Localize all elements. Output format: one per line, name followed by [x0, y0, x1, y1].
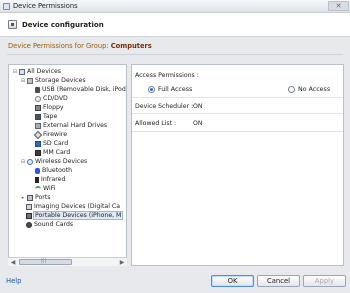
divider — [132, 113, 343, 114]
tree-item-firewire[interactable]: Firewire — [33, 130, 68, 139]
tree-label: Floppy — [43, 104, 64, 111]
close-icon: ✕ — [335, 1, 342, 10]
wireless-icon — [27, 158, 33, 165]
tree-item-wireless-devices[interactable]: ⊟ Wireless Devices — [20, 157, 87, 166]
cd-icon — [35, 95, 41, 102]
app-icon — [3, 2, 10, 10]
tree-item-imaging-devices[interactable]: Imaging Devices (Digital Ca — [26, 202, 120, 211]
tree-label: Firewire — [43, 131, 68, 138]
apply-label: Apply — [314, 277, 335, 285]
close-button[interactable]: ✕ — [328, 1, 349, 11]
no-access-label: No Access — [298, 86, 331, 93]
tree-label: Storage Devices — [35, 77, 86, 84]
properties-panel: Access Permissions : Full Access No Acce… — [131, 64, 344, 266]
tree-item-mm-card[interactable]: MM Card — [35, 148, 70, 157]
tree-label: All Devices — [27, 68, 62, 75]
floppy-icon — [35, 104, 41, 111]
cancel-button[interactable]: Cancel — [257, 275, 300, 287]
tree-item-infrared[interactable]: Infrared — [35, 175, 65, 184]
tree-label: Infrared — [41, 176, 66, 183]
scroll-right-icon[interactable]: ▶ — [117, 258, 127, 266]
sound-card-icon — [26, 221, 32, 228]
no-access-option[interactable]: No Access — [288, 86, 330, 93]
scroll-left-icon[interactable]: ◀ — [8, 258, 18, 266]
tree-label: Imaging Devices (Digital Ca — [34, 203, 121, 210]
imaging-icon — [26, 203, 32, 210]
allowed-list-value: ON — [193, 120, 203, 127]
tree-item-external-hard-drives[interactable]: External Hard Drives — [35, 121, 107, 130]
help-link[interactable]: Help — [6, 277, 22, 285]
tree-label: CD/DVD — [43, 95, 68, 102]
bluetooth-icon — [35, 167, 40, 174]
expander-icon[interactable]: ⊟ — [12, 69, 18, 75]
usb-icon — [35, 86, 40, 93]
header-divider — [7, 54, 343, 55]
access-permissions-label: Access Permissions : — [135, 72, 199, 79]
header-title: Device configuration — [22, 20, 104, 29]
dialog-header: Device configuration — [0, 13, 350, 37]
portable-device-icon — [26, 212, 32, 219]
tree-item-usb[interactable]: USB (Removable Disk, iPod — [35, 85, 126, 94]
tree-item-floppy[interactable]: Floppy — [35, 103, 64, 112]
tree-item-cd-dvd[interactable]: CD/DVD — [35, 94, 68, 103]
infrared-icon — [35, 176, 39, 183]
group-label: Device Permissions for Group: — [8, 42, 109, 50]
radio-icon[interactable] — [288, 86, 295, 93]
divider — [132, 131, 343, 132]
expander-icon[interactable]: ▸ — [20, 195, 26, 201]
ok-label: OK — [227, 277, 238, 285]
tree-label: Bluetooth — [42, 167, 73, 174]
tree-label: Tape — [43, 113, 58, 120]
tree-label: External Hard Drives — [43, 122, 108, 129]
expander-icon[interactable]: ⊟ — [20, 159, 26, 165]
device-scheduler-label: Device Scheduler : — [135, 103, 194, 110]
radio-icon[interactable] — [148, 86, 155, 93]
group-line: Device Permissions for Group: Computers — [8, 42, 152, 50]
tree-item-storage-devices[interactable]: ⊟ Storage Devices — [20, 76, 86, 85]
cancel-label: Cancel — [266, 277, 291, 285]
tree-label: Wireless Devices — [35, 158, 88, 165]
tree-item-ports[interactable]: ▸ Ports — [20, 193, 51, 202]
tree-item-bluetooth[interactable]: Bluetooth — [35, 166, 72, 175]
apply-button[interactable]: Apply — [303, 275, 346, 287]
window-title: Device Permissions — [13, 2, 78, 10]
tree-label: MM Card — [43, 149, 71, 156]
expander-icon[interactable]: ⊟ — [20, 78, 26, 84]
allowed-list-label: Allowed List : — [135, 120, 177, 127]
tree-label: USB (Removable Disk, iPod — [42, 86, 126, 93]
title-bar: Device Permissions ✕ — [0, 0, 350, 13]
tree-item-all-devices[interactable]: ⊟ All Devices — [12, 67, 61, 76]
access-permissions-options: Full Access No Access — [139, 82, 341, 97]
device-config-icon — [8, 20, 17, 29]
sd-card-icon — [35, 140, 41, 147]
divider — [132, 97, 343, 98]
tree-label: Ports — [35, 194, 51, 201]
full-access-option[interactable]: Full Access — [148, 86, 192, 93]
ok-button[interactable]: OK — [211, 275, 254, 287]
device-scheduler-value: ON — [193, 103, 203, 110]
full-access-label: Full Access — [158, 86, 193, 93]
tree-item-sound-cards[interactable]: Sound Cards — [26, 220, 73, 229]
computer-icon — [19, 68, 25, 75]
storage-icon — [27, 77, 33, 84]
tree-item-tape[interactable]: Tape — [35, 112, 57, 121]
wifi-icon — [35, 185, 41, 192]
firewire-icon — [33, 130, 43, 139]
scroll-track[interactable] — [18, 258, 117, 265]
tree-item-sd-card[interactable]: SD Card — [35, 139, 68, 148]
tree-horizontal-scrollbar[interactable]: ◀ ▶ — [8, 257, 127, 266]
tree-item-portable-devices[interactable]: Portable Devices (iPhone, M — [26, 211, 124, 220]
tape-icon — [35, 113, 41, 120]
hard-drive-icon — [35, 122, 41, 129]
tree-label: WiFi — [43, 185, 56, 192]
ports-icon — [27, 194, 33, 201]
tree-label: Portable Devices (iPhone, M — [32, 211, 124, 220]
tree-item-wifi[interactable]: WiFi — [35, 184, 56, 193]
mm-card-icon — [35, 149, 41, 156]
device-tree[interactable]: ⊟ All Devices ⊟ Storage Devices USB (Rem… — [8, 64, 127, 266]
tree-label: Sound Cards — [34, 221, 74, 228]
scroll-thumb[interactable] — [19, 258, 72, 265]
group-name: Computers — [110, 42, 152, 50]
tree-label: SD Card — [43, 140, 69, 147]
